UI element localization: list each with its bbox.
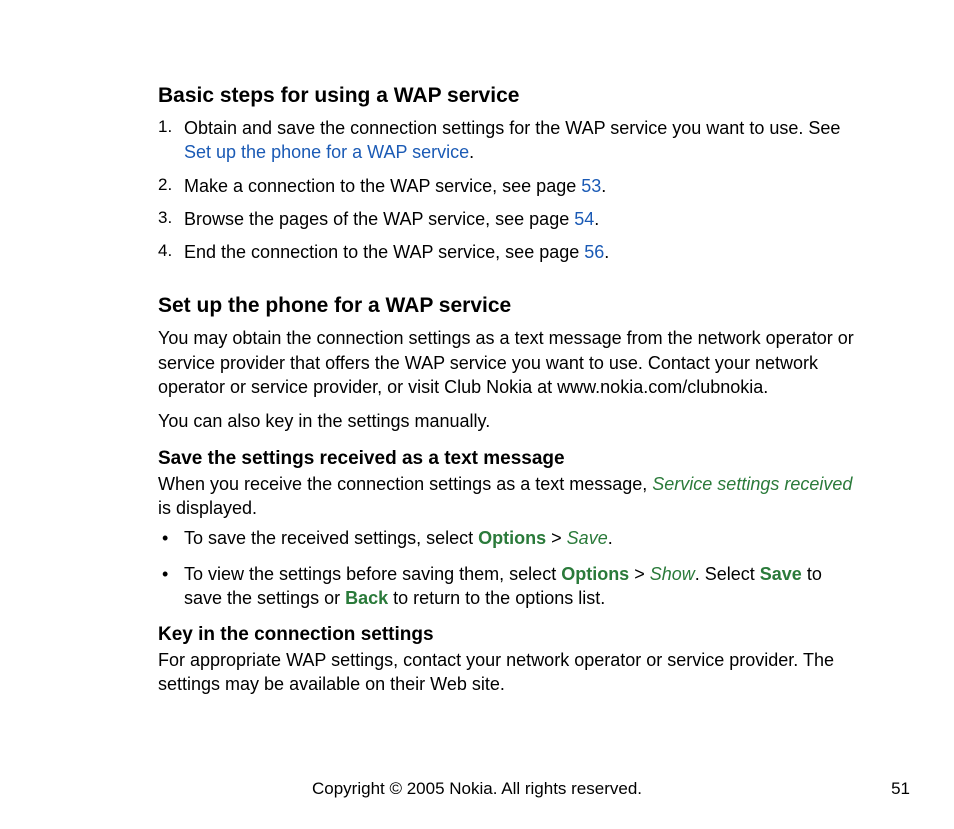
- ui-label-options: Options: [478, 528, 546, 548]
- copyright-notice: Copyright © 2005 Nokia. All rights reser…: [0, 779, 954, 799]
- heading-save-settings: Save the settings received as a text mes…: [158, 448, 862, 470]
- text-fragment: . Select: [695, 564, 760, 584]
- heading-setup-phone: Set up the phone for a WAP service: [158, 294, 862, 318]
- list-item: To save the received settings, select Op…: [158, 526, 862, 550]
- step-text-tail: .: [594, 209, 599, 229]
- ui-label-save: Save: [760, 564, 802, 584]
- separator-gt: >: [629, 564, 650, 584]
- heading-key-in-settings: Key in the connection settings: [158, 624, 862, 646]
- ui-label-show: Show: [650, 564, 695, 584]
- step-text-tail: .: [601, 176, 606, 196]
- text-fragment: to return to the options list.: [388, 588, 605, 608]
- bullet-list-save-options: To save the received settings, select Op…: [158, 526, 862, 610]
- ui-label-service-settings-received: Service settings received: [652, 474, 852, 494]
- text-fragment: To view the settings before saving them,…: [184, 564, 561, 584]
- text-fragment: is displayed.: [158, 498, 257, 518]
- step-text: End the connection to the WAP service, s…: [184, 242, 584, 262]
- paragraph-setup-manual: You can also key in the settings manuall…: [158, 409, 862, 433]
- link-page-54[interactable]: 54: [574, 209, 594, 229]
- step-item: Make a connection to the WAP service, se…: [158, 174, 862, 198]
- step-item: Browse the pages of the WAP service, see…: [158, 207, 862, 231]
- list-item: To view the settings before saving them,…: [158, 562, 862, 611]
- step-text-tail: .: [469, 142, 474, 162]
- link-page-56[interactable]: 56: [584, 242, 604, 262]
- link-setup-wap[interactable]: Set up the phone for a WAP service: [184, 142, 469, 162]
- page-footer: Copyright © 2005 Nokia. All rights reser…: [0, 779, 954, 799]
- step-text: Obtain and save the connection settings …: [184, 118, 840, 138]
- heading-basic-steps: Basic steps for using a WAP service: [158, 84, 862, 108]
- ordered-steps-list: Obtain and save the connection settings …: [158, 116, 862, 264]
- ui-label-save: Save: [567, 528, 608, 548]
- paragraph-save-intro: When you receive the connection settings…: [158, 472, 862, 521]
- text-fragment: When you receive the connection settings…: [158, 474, 652, 494]
- step-text: Make a connection to the WAP service, se…: [184, 176, 581, 196]
- paragraph-setup-intro: You may obtain the connection settings a…: [158, 326, 862, 399]
- step-item: Obtain and save the connection settings …: [158, 116, 862, 165]
- text-fragment: To save the received settings, select: [184, 528, 478, 548]
- step-item: End the connection to the WAP service, s…: [158, 240, 862, 264]
- document-page: Basic steps for using a WAP service Obta…: [0, 0, 954, 697]
- step-text: Browse the pages of the WAP service, see…: [184, 209, 574, 229]
- paragraph-key-in: For appropriate WAP settings, contact yo…: [158, 648, 862, 697]
- page-number: 51: [891, 779, 910, 799]
- step-text-tail: .: [604, 242, 609, 262]
- ui-label-back: Back: [345, 588, 388, 608]
- ui-label-options: Options: [561, 564, 629, 584]
- text-fragment: .: [608, 528, 613, 548]
- separator-gt: >: [546, 528, 567, 548]
- link-page-53[interactable]: 53: [581, 176, 601, 196]
